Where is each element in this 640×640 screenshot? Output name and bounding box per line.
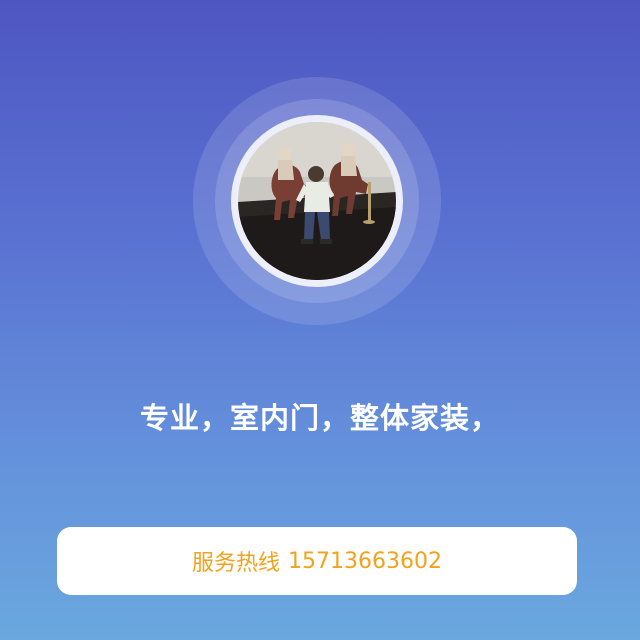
avatar-container — [193, 77, 441, 325]
profile-headline: 专业，室内门，整体家装， — [139, 401, 500, 435]
hotline-number: 15713663602 — [288, 548, 442, 574]
hotline-label: 服务热线 — [192, 551, 281, 576]
profile-screen: 专业，室内门，整体家装， 服务热线 15713663602 — [0, 0, 640, 640]
hotline-button[interactable]: 服务热线 15713663602 — [57, 527, 577, 595]
avatar[interactable] — [238, 122, 396, 280]
avatar-photo — [238, 122, 396, 280]
